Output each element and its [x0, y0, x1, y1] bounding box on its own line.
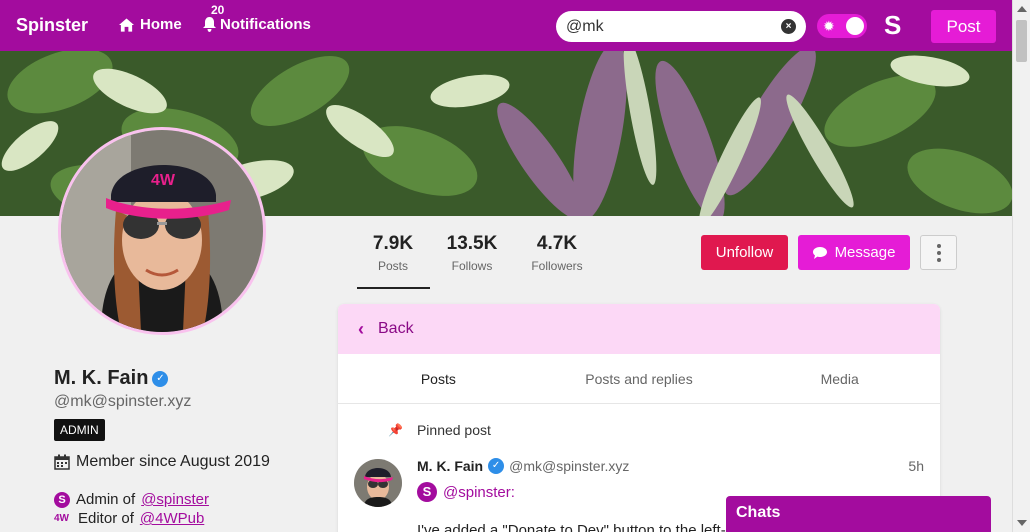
stat-followers-value: 4.7K [536, 233, 578, 254]
scroll-up-arrow[interactable] [1017, 6, 1027, 12]
role-editor-prefix: Editor of [78, 510, 134, 527]
spinster-s-icon: S [417, 482, 437, 502]
post-author-name: M. K. Fain [417, 458, 484, 474]
back-label: Back [378, 320, 414, 337]
scroll-down-arrow[interactable] [1017, 520, 1027, 526]
member-since-text: Member since August 2019 [76, 453, 270, 470]
theme-toggle[interactable]: ✹ [817, 14, 867, 38]
page-scrollbar[interactable] [1012, 0, 1030, 532]
stat-followers[interactable]: 4.7K Followers [524, 233, 590, 273]
calendar-icon [54, 454, 70, 470]
nav-notifications-label: Notifications [220, 16, 311, 33]
admin-badge: ADMIN [54, 419, 105, 441]
4w-logo-icon: 4W [54, 513, 69, 524]
nav-home-label: Home [140, 16, 182, 33]
unfollow-button[interactable]: Unfollow [701, 235, 788, 270]
tab-posts[interactable]: Posts [338, 354, 539, 403]
svg-text:4W: 4W [151, 172, 176, 189]
notifications-count-badge: 20 [208, 3, 228, 17]
chats-panel[interactable]: Chats [726, 496, 991, 532]
nav-home-link[interactable]: Home [119, 16, 182, 33]
toggle-knob [846, 17, 864, 35]
pinned-label: Pinned post [416, 422, 491, 438]
brand-logo[interactable]: Spinster [16, 15, 88, 36]
chevron-left-icon: ‹ [358, 318, 364, 339]
message-button-label: Message [834, 244, 896, 261]
member-since: Member since August 2019 [54, 453, 270, 471]
post-author[interactable]: M. K. Fain ✓ @mk@spinster.xyz [417, 458, 629, 474]
more-dot [936, 250, 941, 255]
home-icon [119, 17, 134, 32]
post-timestamp[interactable]: 5h [908, 458, 924, 474]
role-editor-link[interactable]: @4WPub [140, 510, 204, 527]
tab-media[interactable]: Media [739, 354, 940, 403]
nav-notifications-link[interactable]: 20 Notifications [203, 3, 311, 33]
stat-follows-value: 13.5K [446, 233, 498, 254]
more-dot [936, 243, 941, 248]
stat-posts-value: 7.9K [372, 233, 414, 254]
top-navbar: Spinster Home 20 Notifications × ✹ S Pos… [0, 0, 1012, 51]
spinster-s-logo[interactable]: S [884, 10, 901, 41]
profile-handle: @mk@spinster.xyz [54, 393, 192, 410]
search-input[interactable] [566, 17, 766, 36]
stat-posts[interactable]: 7.9K Posts [363, 233, 423, 273]
chat-bubble-icon [812, 246, 827, 259]
message-button[interactable]: Message [798, 235, 910, 270]
post-body-text: I've added a "Donate to Dev" button to t… [417, 522, 760, 532]
tab-posts-and-replies[interactable]: Posts and replies [539, 354, 740, 403]
stat-posts-label: Posts [377, 259, 408, 273]
post-button[interactable]: Post [931, 10, 996, 43]
role-admin-line: S Admin of @spinster [54, 491, 209, 508]
stat-follows[interactable]: 13.5K Follows [442, 233, 502, 273]
role-editor-line: 4W Editor of @4WPub [54, 510, 204, 527]
more-options-button[interactable] [920, 235, 957, 270]
post-group[interactable]: S @spinster: [417, 482, 515, 502]
search-box: × [556, 11, 806, 42]
verified-check-icon: ✓ [152, 370, 169, 387]
verified-check-icon: ✓ [488, 458, 505, 474]
back-bar[interactable]: ‹ Back [338, 304, 940, 354]
display-name-text: M. K. Fain [54, 367, 149, 389]
active-stat-underline [357, 287, 430, 289]
post-author-handle: @mk@spinster.xyz [509, 458, 630, 474]
stat-followers-label: Followers [531, 259, 583, 273]
stat-follows-label: Follows [451, 259, 493, 273]
scroll-thumb[interactable] [1016, 20, 1027, 62]
pinned-indicator: 📌 Pinned post [388, 422, 491, 438]
spinster-s-icon: S [54, 491, 70, 508]
clear-search-icon[interactable]: × [781, 19, 796, 34]
role-admin-prefix: Admin of [76, 491, 136, 508]
timeline-tabs: Posts Posts and replies Media [338, 354, 940, 404]
sun-icon: ✹ [823, 18, 835, 34]
profile-display-name: M. K. Fain ✓ [54, 367, 169, 390]
post-group-label: @spinster: [443, 483, 515, 501]
more-dot [936, 257, 941, 262]
profile-avatar[interactable]: 4W [58, 127, 266, 335]
post-author-avatar[interactable] [354, 459, 402, 507]
pin-icon: 📌 [388, 423, 403, 437]
role-admin-link[interactable]: @spinster [141, 491, 209, 508]
bell-icon [203, 17, 216, 32]
